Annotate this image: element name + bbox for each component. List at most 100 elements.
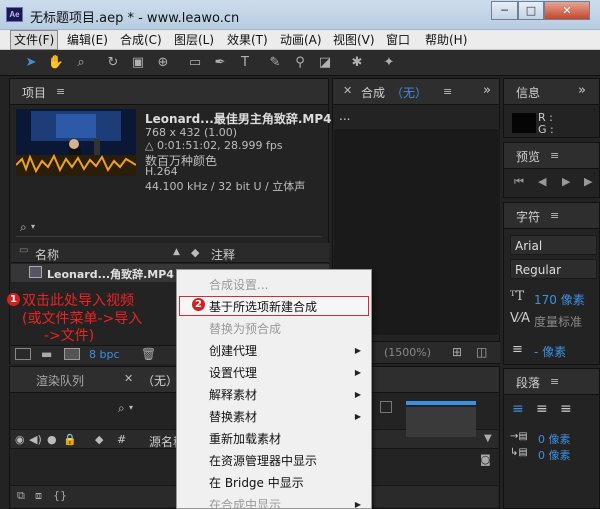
paragraph-tab[interactable]: 段落	[516, 374, 540, 391]
panel-menu-icon[interactable]: ≡	[550, 149, 559, 162]
first-frame-icon[interactable]: ⏮	[514, 175, 524, 189]
expand-panels-icon[interactable]: »	[483, 83, 491, 98]
search-dropdown-icon[interactable]: ▾	[129, 403, 133, 412]
solo-icon[interactable]: ●	[47, 433, 57, 446]
new-composition-icon[interactable]	[64, 348, 80, 360]
column-name[interactable]: 名称	[35, 246, 59, 263]
rotate-tool-icon[interactable]: ↻	[104, 54, 122, 72]
context-menu-item[interactable]: 替换素材 ▶	[177, 406, 371, 428]
transfer-controls-icon[interactable]: ⧈	[35, 489, 42, 503]
font-size-value[interactable]: 170 像素	[534, 291, 585, 308]
context-menu-item[interactable]: 重新加载素材	[177, 428, 371, 450]
selection-tool-icon[interactable]: ➤	[22, 54, 40, 72]
context-menu-item-label: 设置代理	[209, 366, 258, 380]
channel-icon[interactable]: ◫	[476, 345, 487, 359]
audio-icon[interactable]: ◀)	[29, 433, 42, 446]
next-frame-icon[interactable]: ▶	[584, 175, 592, 188]
pen-tool-icon[interactable]: ✒	[211, 54, 229, 72]
font-style-value: Regular	[515, 263, 562, 277]
font-style-select[interactable]: Regular	[510, 259, 597, 279]
menu-edit[interactable]: 编辑(E)	[64, 30, 111, 50]
layer-switches-icon[interactable]: ⧉	[17, 489, 25, 503]
info-tab[interactable]: 信息	[516, 84, 540, 101]
grid-icon[interactable]: ⊞	[452, 345, 462, 359]
hand-tool-icon[interactable]: ✋	[47, 54, 65, 72]
maximize-button[interactable]: □	[518, 1, 544, 20]
text-tool-icon[interactable]: T	[236, 54, 254, 72]
close-tab-icon[interactable]: ✕	[343, 84, 352, 97]
new-folder-icon[interactable]: ▬	[41, 347, 52, 361]
project-search-field[interactable]: ⌕ ▾	[16, 219, 322, 237]
character-tab[interactable]: 字符	[516, 208, 540, 225]
composition-tab-value[interactable]: （无）	[391, 84, 427, 101]
panel-menu-icon[interactable]: ≡	[550, 209, 559, 222]
menu-view[interactable]: 视图(V)	[330, 30, 378, 50]
delete-icon[interactable]: 🗑	[141, 347, 156, 361]
context-menu-item-label: 创建代理	[209, 344, 258, 358]
preview-panel-header: 预览 ≡	[504, 143, 599, 169]
interpret-footage-icon[interactable]	[15, 348, 31, 360]
context-menu-item[interactable]: 解释素材 ▶	[177, 384, 371, 406]
previous-frame-icon[interactable]: ◀	[538, 175, 546, 188]
indent-first-value[interactable]: 0 像素	[538, 447, 571, 463]
font-family-select[interactable]: Arial	[510, 235, 597, 255]
indent-left-icon: →▤	[510, 431, 528, 442]
project-tab[interactable]: 项目	[22, 84, 46, 101]
panel-menu-icon[interactable]: ≡	[56, 85, 65, 98]
menu-effect[interactable]: 效果(T)	[224, 30, 271, 50]
menu-window[interactable]: 窗口	[383, 30, 413, 50]
context-menu-item[interactable]: 创建代理 ▶	[177, 340, 371, 362]
roto-brush-tool-icon[interactable]: ✱	[348, 54, 366, 72]
stroke-width-value[interactable]: - 像素	[534, 343, 566, 360]
kerning-value[interactable]: 度量标准	[534, 313, 582, 330]
context-menu-item[interactable]: 设置代理 ▶	[177, 362, 371, 384]
comp-marker-icon[interactable]: ▼	[484, 433, 492, 444]
panel-menu-icon[interactable]: ≡	[550, 375, 559, 388]
sort-icon[interactable]: ▲	[173, 247, 180, 257]
pan-behind-tool-icon[interactable]: ⊕	[154, 54, 172, 72]
menu-animation[interactable]: 动画(A)	[277, 30, 325, 50]
minimize-button[interactable]: ─	[491, 1, 518, 20]
time-ruler[interactable]	[406, 407, 476, 437]
menu-layer[interactable]: 图层(L)	[171, 30, 217, 50]
brush-tool-icon[interactable]: ✎	[266, 54, 284, 72]
puppet-pin-tool-icon[interactable]: ✦	[380, 54, 398, 72]
align-left-icon[interactable]: ≡	[512, 401, 524, 417]
indent-left-value[interactable]: 0 像素	[538, 431, 571, 447]
comp-button-icon[interactable]: ◙	[480, 453, 491, 466]
menu-composition[interactable]: 合成(C)	[117, 30, 165, 50]
in-out-icon[interactable]: {}	[53, 489, 67, 502]
close-button[interactable]: ✕	[544, 1, 590, 20]
search-dropdown-icon[interactable]: ▾	[31, 222, 35, 231]
preview-tab[interactable]: 预览	[516, 148, 540, 165]
context-menu-item[interactable]: 在 Bridge 中显示	[177, 472, 371, 494]
close-tab-icon[interactable]: ✕	[124, 372, 133, 385]
render-queue-tab[interactable]: 渲染队列	[36, 372, 84, 389]
lock-icon[interactable]: 🔒	[63, 433, 77, 446]
eraser-tool-icon[interactable]: ◪	[316, 54, 334, 72]
video-visibility-icon[interactable]: ◉	[15, 433, 25, 446]
media-audio: 44.100 kHz / 32 bit U / 立体声	[145, 180, 306, 193]
expand-panels-icon[interactable]: »	[578, 83, 586, 98]
zoom-tool-icon[interactable]: ⌕	[72, 54, 90, 72]
play-icon[interactable]: ▶	[562, 175, 570, 188]
context-menu-item[interactable]: 在资源管理器中显示	[177, 450, 371, 472]
menu-help[interactable]: 帮助(H)	[422, 30, 470, 50]
bit-depth-button[interactable]: 8 bpc	[89, 348, 120, 361]
align-right-icon[interactable]: ≡	[560, 401, 572, 417]
magnification-value[interactable]: (1500%)	[384, 346, 431, 359]
work-area-bar[interactable]	[406, 401, 476, 405]
composition-tab[interactable]: 合成	[361, 84, 385, 101]
clone-stamp-tool-icon[interactable]: ⚲	[291, 54, 309, 72]
media-duration: △ 0:01:51:02, 28.999 fps	[145, 139, 283, 152]
timeline-tab[interactable]: （无）	[142, 372, 178, 389]
context-menu-item[interactable]: 基于所选项新建合成	[177, 296, 371, 318]
column-comment[interactable]: 注释	[211, 246, 235, 263]
menu-file[interactable]: 文件(F)	[10, 30, 59, 50]
camera-tool-icon[interactable]: ▣	[129, 54, 147, 72]
graph-editor-icon[interactable]	[380, 401, 392, 413]
media-codec: H.264	[145, 165, 178, 178]
panel-menu-icon[interactable]: ≡	[443, 85, 452, 98]
rectangle-tool-icon[interactable]: ▭	[186, 54, 204, 72]
align-center-icon[interactable]: ≡	[536, 401, 548, 417]
